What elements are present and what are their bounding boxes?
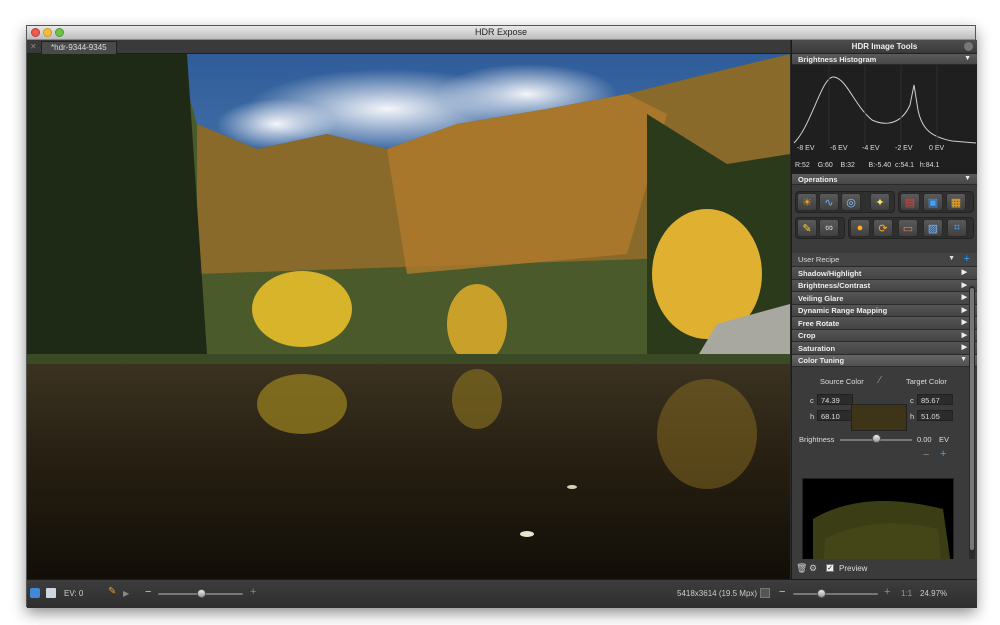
document-tab-bar: ✕ *hdr-9344-9345 [27,40,790,54]
op-dynamic-range-mapping[interactable]: Dynamic Range Mapping ▶ [792,304,977,317]
zoom-slider-knob[interactable] [817,589,826,598]
image-tool-icon[interactable]: ▨ [923,219,943,237]
panel-footer: 🗑 ⚙ ✓ Preview [792,559,977,579]
histogram-tick: -6 EV [830,145,848,152]
document-tab[interactable]: *hdr-9344-9345 [41,41,117,54]
histogram-tick: -2 EV [895,145,913,152]
histogram-tick: -4 EV [862,145,880,152]
color-balance-icon[interactable]: ▤ [900,193,920,211]
actual-size-button[interactable]: 1:1 [901,589,912,598]
hdr-image-tools-panel: HDR Image Tools Brightness Histogram ▼ -8… [791,40,977,579]
user-recipe-select[interactable]: User Recipe ▼ + [792,253,977,267]
brightness-histogram: -8 EV -6 EV -4 EV -2 EV 0 EV R:52 G:60 B… [792,65,977,174]
monitor-tool-icon[interactable]: ▣ [923,193,943,211]
panel-title: HDR Image Tools [792,40,977,54]
remove-point-icon[interactable]: − [923,449,929,461]
curve-tool-icon[interactable]: ∿ [819,193,839,211]
source-c-field[interactable]: 74.39 [817,394,853,405]
glasses-tool-icon[interactable]: ∞ [819,219,839,237]
target-color-label: Target Color [906,377,947,386]
preview-label: Preview [839,564,868,573]
op-color-tuning[interactable]: Color Tuning ▼ [792,354,977,367]
monitor-icon[interactable] [30,588,40,598]
ev-slider-knob[interactable] [197,589,206,598]
histogram-tick: 0 EV [929,145,945,152]
trash-icon[interactable]: 🗑 [796,563,807,574]
op-crop[interactable]: Crop ▶ [792,329,977,342]
operations-header[interactable]: Operations ▼ [792,174,977,185]
image-dimensions: 5418x3614 (19.5 Mpx) [677,589,758,598]
gear-icon[interactable]: ⚙ [809,563,817,574]
image-canvas[interactable] [27,54,790,579]
grid-tool-icon[interactable]: ▦ [946,193,966,211]
op-brightness-contrast[interactable]: Brightness/Contrast ▶ [792,279,977,292]
ev-label: EV: 0 [64,589,84,598]
color-swatch [851,404,907,431]
brightness-value[interactable]: 0.00 [917,435,932,444]
status-bar: EV: 0 ✎ ▶ − + 5418x3614 (19.5 Mpx) − + 1… [27,579,977,608]
brightness-slider-knob[interactable] [872,434,881,443]
histogram-header[interactable]: Brightness Histogram ▼ [792,54,977,65]
histogram-curve [793,65,977,145]
histogram-readout: R:52 G:60 B:32 B:-5.40 c:54.1 h:84.1 [795,162,940,169]
source-color-label: Source Color [820,377,864,386]
target-c-label: c [910,396,914,405]
zoom-in-icon[interactable]: + [884,586,890,598]
color-tuning-panel: Source Color ⁄ Target Color c 74.39 h 68… [792,367,977,579]
play-icon[interactable]: ▶ [123,589,129,598]
brightness-unit: EV [939,435,950,444]
panel-close-button[interactable] [964,42,973,51]
landscape-photo [27,54,790,579]
exposure-preset-icon[interactable] [46,588,56,598]
ev-plus-icon[interactable]: + [250,586,256,598]
rotate-tool-icon[interactable]: ⟳ [873,219,893,237]
op-free-rotate[interactable]: Free Rotate ▶ [792,317,977,330]
target-h-field[interactable]: 51.05 [917,410,953,421]
op-saturation[interactable]: Saturation ▶ [792,342,977,355]
target-h-label: h [910,412,915,421]
lens-tool-icon[interactable]: ◎ [841,193,861,211]
op-shadow-highlight[interactable]: Shadow/Highlight ▶ [792,267,977,280]
source-c-label: c [810,396,814,405]
eyedropper-icon[interactable]: ⁄ [879,375,881,386]
brightness-label: Brightness [799,435,835,444]
crop-tool-icon[interactable]: ⌗ [947,219,967,237]
chevron-down-icon: ▼ [948,255,955,262]
operations-toolbar: ☀ ∿ ◎ ✦ ▤ ▣ ▦ ✎ ∞ ● ⟳ ▭ ▨ ⌗ [792,185,977,253]
source-h-label: h [810,412,815,421]
zoom-out-icon[interactable]: − [779,586,785,598]
title-bar: HDR Expose [27,26,975,40]
brush-tool-icon[interactable]: ✎ [797,219,817,237]
eyedropper-tool-icon[interactable]: ✎ [108,586,116,597]
add-point-icon[interactable]: + [940,448,946,460]
preview-checkbox[interactable]: ✓ [826,564,834,572]
op-veiling-glare[interactable]: Veiling Glare ▶ [792,292,977,305]
zoom-slider-track[interactable] [793,593,878,595]
zoom-level: 24.97% [920,589,948,598]
circle-tool-icon[interactable]: ● [850,219,870,237]
source-h-field[interactable]: 68.10 [817,410,853,421]
add-recipe-icon[interactable]: + [964,253,970,265]
window-title: HDR Expose [474,27,528,37]
panel-scrollbar[interactable] [969,286,975,568]
frame-tool-icon[interactable]: ▭ [898,219,918,237]
exposure-tool-icon[interactable]: ☀ [797,193,817,211]
histogram-tick: -8 EV [797,145,815,152]
ev-minus-icon[interactable]: − [145,586,151,598]
fit-screen-icon[interactable] [760,588,770,598]
panel-scroll-thumb[interactable] [970,288,974,550]
tab-close-icon[interactable]: ✕ [30,42,37,51]
target-c-field[interactable]: 85.67 [917,394,953,405]
magic-wand-icon[interactable]: ✦ [870,193,890,211]
app-window: HDR Expose ✕ *hdr-9344-9345 HDR Image To… [26,25,977,608]
